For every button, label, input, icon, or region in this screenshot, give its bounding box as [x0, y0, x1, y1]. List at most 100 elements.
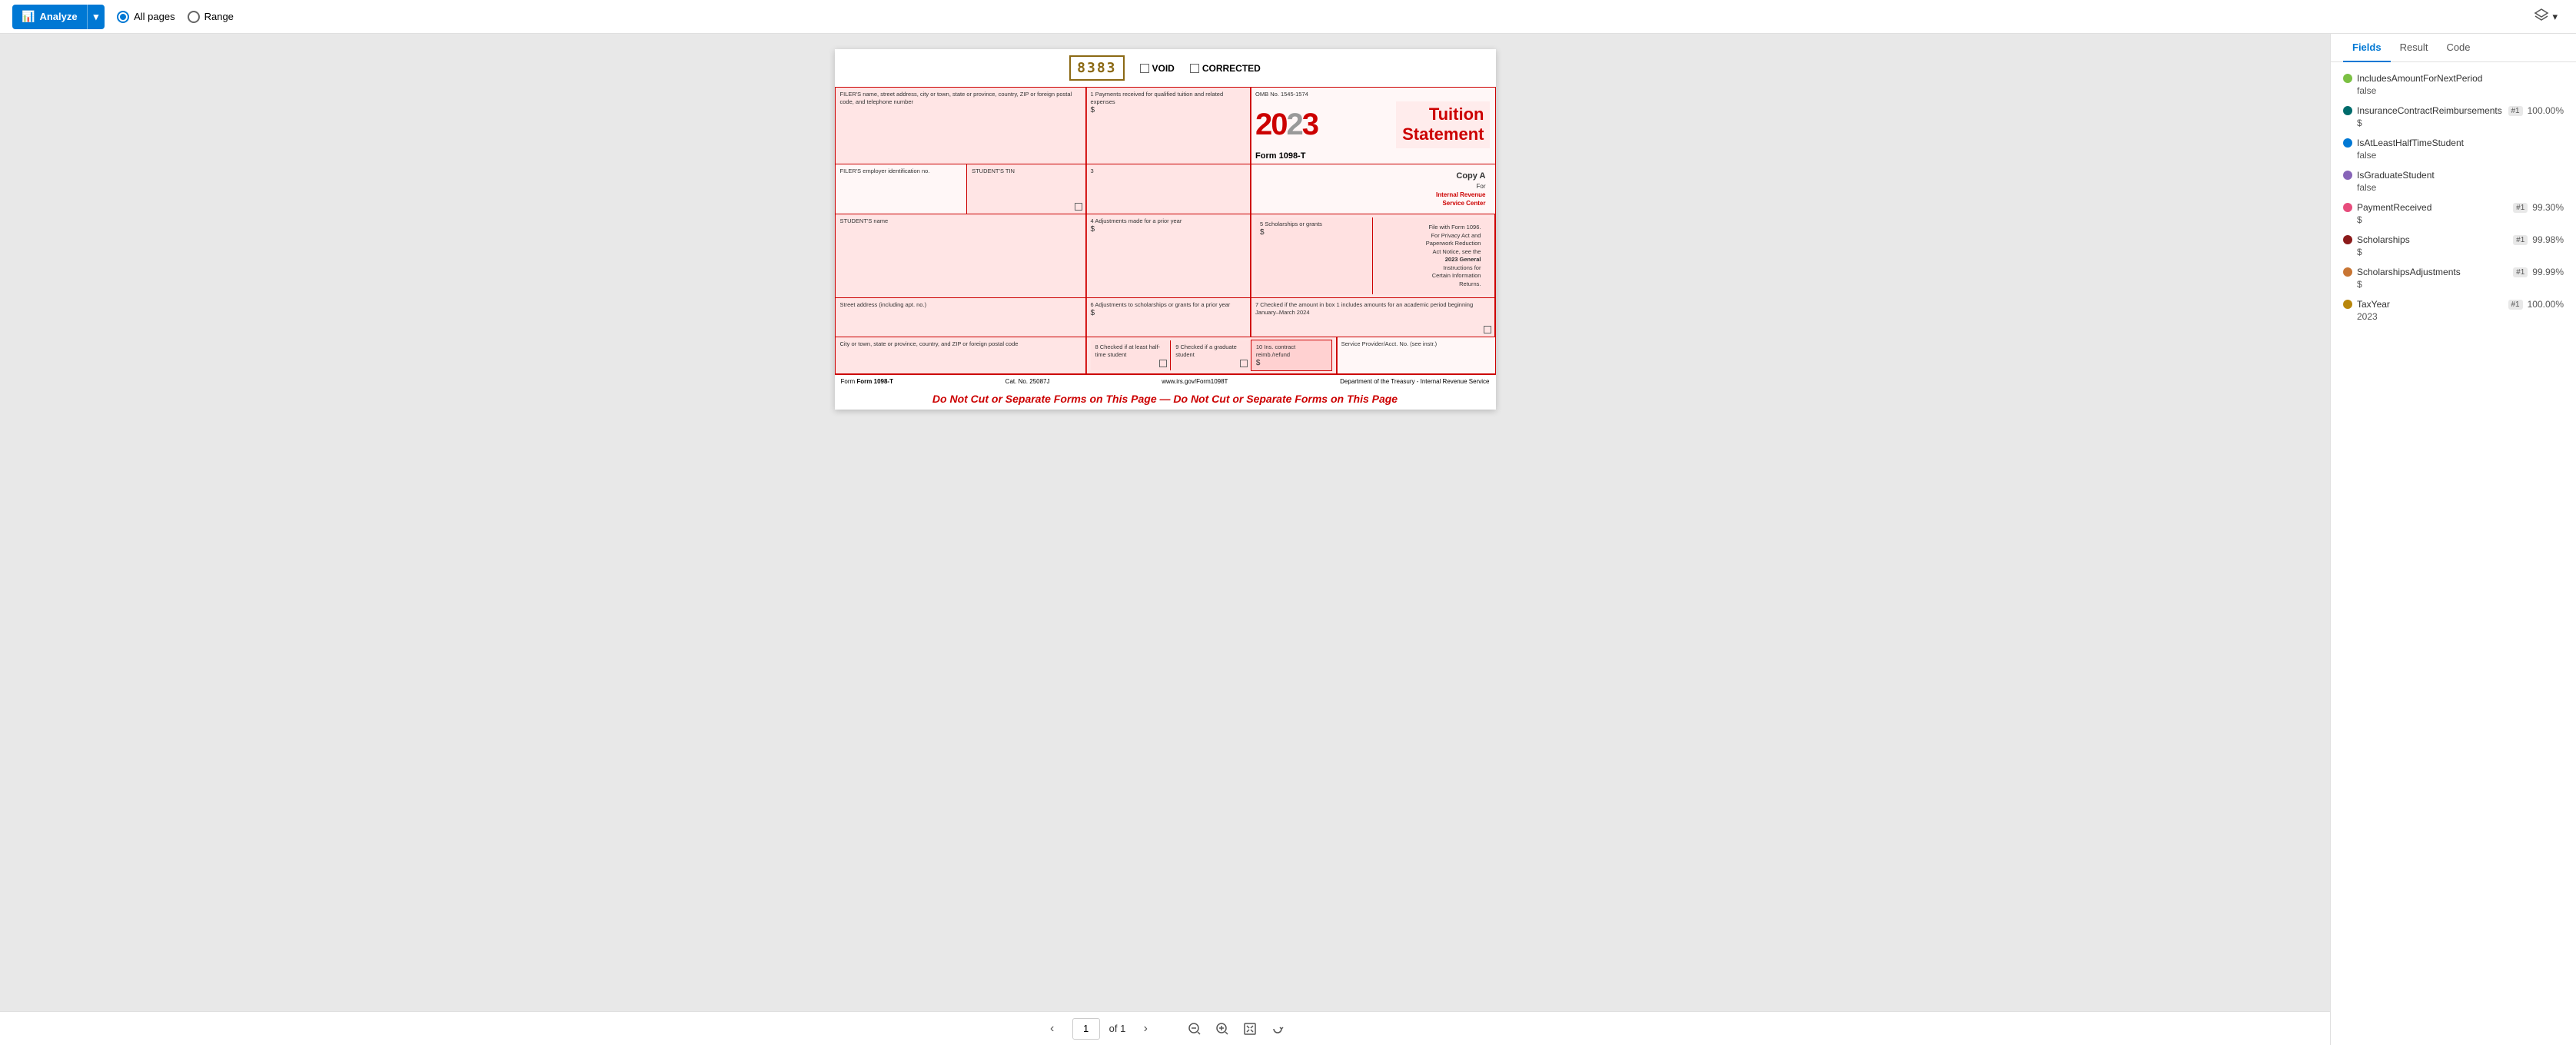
void-checkbox-area: VOID [1140, 63, 1175, 74]
form-footer: Form Form 1098-T Cat. No. 25087J www.irs… [835, 374, 1496, 388]
box8-label: 8 Checked if at least half-time student [1095, 343, 1166, 359]
year-display: 2023 [1255, 104, 1318, 145]
fit-page-button[interactable] [1239, 1018, 1261, 1040]
doc-panel: 8383 VOID CORRECTED [0, 34, 2330, 1045]
field-badge: #1 [2513, 235, 2528, 245]
barcode: 8383 [1069, 55, 1124, 81]
field-badge: #1 [2508, 106, 2523, 116]
acct-cell: Service Provider/Acct. No. (see instr.) [1337, 337, 1495, 373]
box9-checkbox[interactable] [1240, 360, 1248, 367]
form-row-3: STUDENT'S name 4 Adjustments made for a … [836, 214, 1495, 298]
ein-label: FILER'S employer identification no. [840, 168, 962, 175]
field-item: Scholarships#199.98%$ [2331, 230, 2576, 262]
tin-label: STUDENT'S TIN [972, 168, 1080, 175]
zoom-out-button[interactable] [1184, 1018, 1205, 1040]
field-confidence: 100.00% [2528, 299, 2564, 310]
rotate-button[interactable] [1267, 1018, 1288, 1040]
field-value: false [2343, 150, 2564, 161]
field-name-text: TaxYear [2357, 299, 2504, 310]
layers-button[interactable]: ▾ [2528, 5, 2564, 28]
tuition-label: Tuition Statement [1402, 104, 1484, 145]
field-value: $ [2343, 214, 2564, 225]
page-number-input[interactable] [1072, 1018, 1100, 1040]
analyze-label: Analyze [39, 11, 77, 22]
tab-fields[interactable]: Fields [2343, 34, 2391, 62]
analyze-button[interactable]: 📊 Analyze ▾ [12, 5, 105, 29]
field-value: $ [2343, 118, 2564, 128]
box5-dollar: $ [1260, 228, 1368, 237]
field-dot [2343, 300, 2352, 309]
field-dot [2343, 235, 2352, 244]
main-content: 8383 VOID CORRECTED [0, 34, 2576, 1045]
field-name-text: IsGraduateStudent [2357, 170, 2564, 181]
analyze-btn-main[interactable]: 📊 Analyze [12, 5, 88, 29]
right-panel-tabs: Fields Result Code [2331, 34, 2576, 62]
tab-result[interactable]: Result [2391, 34, 2438, 62]
box10-label: 10 Ins. contract reimb./refund [1256, 343, 1327, 359]
filer-info-label: FILER'S name, street address, city or to… [840, 91, 1081, 106]
box8-cell: 8 Checked if at least half-time student [1091, 340, 1172, 370]
doc-viewport[interactable]: 8383 VOID CORRECTED [0, 34, 2330, 1011]
field-name-text: PaymentReceived [2357, 202, 2508, 213]
privacy-info: File with Form 1096. For Privacy Act and… [1378, 221, 1486, 291]
analyze-dropdown[interactable]: ▾ [88, 5, 105, 29]
all-pages-radio-circle [117, 11, 129, 23]
field-confidence: 99.99% [2532, 267, 2564, 277]
footer-cat: Cat. No. 25087J [1005, 378, 1050, 385]
box7-cell: 7 Checked if the amount in box 1 include… [1251, 298, 1494, 337]
box6-dollar: $ [1091, 309, 1246, 317]
void-checkbox[interactable] [1140, 64, 1149, 73]
box5-cell: 5 Scholarships or grants $ [1255, 217, 1373, 294]
box1-dollar: $ [1091, 106, 1246, 114]
filer-info-cell: FILER'S name, street address, city or to… [836, 88, 1086, 164]
zoom-in-button[interactable] [1212, 1018, 1233, 1040]
field-name-row: IncludesAmountForNextPeriod [2343, 73, 2564, 84]
form-row-5: City or town, state or province, country… [836, 337, 1495, 373]
boxes-8-9-10-container: 8 Checked if at least half-time student … [1086, 337, 1337, 373]
city-cell: City or town, state or province, country… [836, 337, 1086, 373]
box5-cell-container: 5 Scholarships or grants $ File with For… [1251, 214, 1494, 297]
field-name-text: IsAtLeastHalfTimeStudent [2357, 138, 2564, 148]
footer-dept: Department of the Treasury - Internal Re… [1340, 378, 1489, 385]
field-item: TaxYear#1100.00%2023 [2331, 294, 2576, 327]
field-confidence: 99.98% [2532, 234, 2564, 245]
box1-label: 1 Payments received for qualified tuitio… [1091, 91, 1246, 106]
student-name-cell: STUDENT'S name [836, 214, 1086, 297]
field-item: ScholarshipsAdjustments#199.99%$ [2331, 262, 2576, 294]
field-name-row: IsGraduateStudent [2343, 170, 2564, 181]
box7-label: 7 Checked if the amount in box 1 include… [1255, 301, 1490, 317]
all-pages-radio[interactable]: All pages [117, 11, 175, 23]
do-not-cut-banner: Do Not Cut or Separate Forms on This Pag… [835, 388, 1496, 410]
form-1098t: 8383 VOID CORRECTED [835, 49, 1496, 410]
form-row-4: Street address (including apt. no.) 6 Ad… [836, 298, 1495, 337]
acct-label: Service Provider/Acct. No. (see instr.) [1341, 340, 1491, 348]
box7-checkbox[interactable] [1484, 326, 1491, 333]
fields-list: IncludesAmountForNextPeriodfalseInsuranc… [2331, 62, 2576, 1045]
range-radio[interactable]: Range [188, 11, 234, 23]
form-row-2: FILER'S employer identification no. STUD… [836, 164, 1495, 215]
box10-dollar: $ [1256, 359, 1327, 367]
field-item: IncludesAmountForNextPeriodfalse [2331, 68, 2576, 101]
prev-page-button[interactable]: ‹ [1042, 1018, 1063, 1040]
tab-code[interactable]: Code [2437, 34, 2479, 62]
field-item: IsAtLeastHalfTimeStudent false [2331, 133, 2576, 165]
box6-label: 6 Adjustments to scholarships or grants … [1091, 301, 1246, 309]
next-page-button[interactable]: › [1135, 1018, 1156, 1040]
copy-a-cell: Copy A For Internal Revenue Service Cent… [1251, 164, 1494, 214]
field-value: $ [2343, 279, 2564, 290]
field-item: PaymentReceived#199.30%$ [2331, 197, 2576, 230]
field-badge: #1 [2513, 267, 2528, 277]
title-cell: OMB No. 1545-1574 2023 Tuition Statement [1251, 88, 1494, 164]
tin-checkbox[interactable] [1075, 203, 1082, 211]
box9-label: 9 Checked if a graduate student [1175, 343, 1246, 359]
pagination: ‹ of 1 › [0, 1011, 2330, 1045]
zoom-controls [1184, 1018, 1288, 1040]
field-value: $ [2343, 247, 2564, 257]
corrected-checkbox[interactable] [1190, 64, 1199, 73]
copy-a-info: Copy A For Internal Revenue Service Cent… [1255, 168, 1490, 211]
field-name-row: IsAtLeastHalfTimeStudent [2343, 138, 2564, 148]
dropdown-arrow-icon: ▾ [94, 11, 99, 23]
field-name-row: PaymentReceived#199.30% [2343, 202, 2564, 213]
student-name-label: STUDENT'S name [840, 217, 1081, 225]
box8-checkbox[interactable] [1159, 360, 1167, 367]
